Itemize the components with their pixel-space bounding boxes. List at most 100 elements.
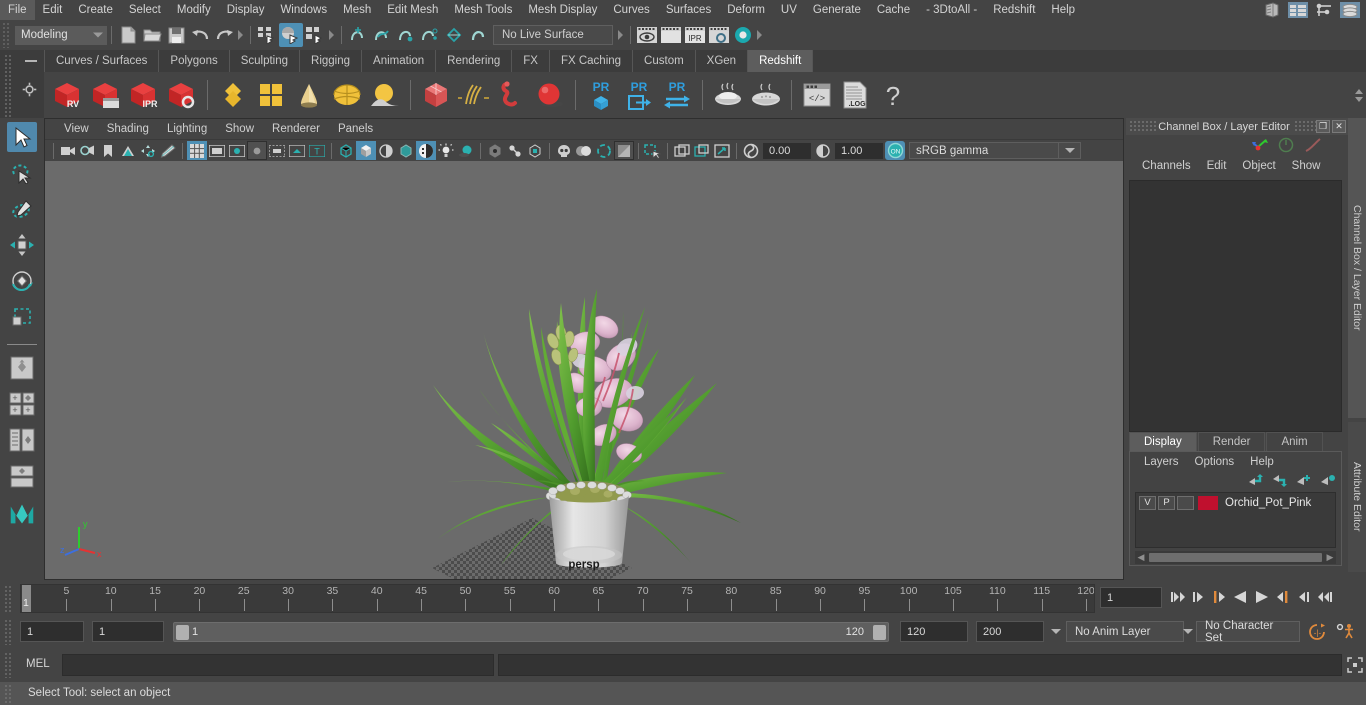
viewport-menu-panels[interactable]: Panels [329, 119, 382, 139]
layer-name[interactable]: Orchid_Pot_Pink [1225, 497, 1311, 509]
shelf-tab-custom[interactable]: Custom [633, 50, 696, 72]
viewport-menu-shading[interactable]: Shading [98, 119, 158, 139]
redshift-render-sequence-icon[interactable] [88, 75, 124, 115]
menu-curves[interactable]: Curves [605, 0, 657, 20]
play-forwards-icon[interactable] [1252, 586, 1271, 608]
move-tool-icon[interactable] [7, 230, 37, 260]
channel-menu-edit[interactable]: Edit [1199, 155, 1235, 177]
layer-menu-options[interactable]: Options [1187, 452, 1243, 472]
redshift-pr-object-icon[interactable]: PR [583, 75, 619, 115]
go-to-end-icon[interactable] [1315, 586, 1334, 608]
panel-grip-right[interactable] [1294, 120, 1316, 133]
shelf-grip[interactable] [4, 54, 12, 118]
shelf-tab-redshift[interactable]: Redshift [748, 50, 814, 72]
viewport-snapshot-icon[interactable] [643, 141, 663, 160]
playback-options-chevron-down-icon[interactable] [1048, 621, 1064, 641]
use-all-lights-icon[interactable] [436, 141, 456, 160]
move-layer-down-icon[interactable] [1272, 474, 1287, 487]
render-current-frame-icon[interactable] [659, 23, 683, 47]
layer-list[interactable]: V P Orchid_Pot_Pink [1135, 492, 1336, 548]
shaded-wireframe-icon[interactable] [376, 141, 396, 160]
shelf-tab-rendering[interactable]: Rendering [436, 50, 513, 72]
step-back-keyframe-icon[interactable] [1189, 586, 1208, 608]
resolution-gate-icon[interactable] [227, 141, 247, 160]
shadows-icon[interactable] [456, 141, 476, 160]
xray-joints-icon[interactable] [505, 141, 525, 160]
time-slider-track[interactable]: 1 5 10 15 20 25 30 35 40 45 50 55 60 65 70 75 80 85 90 95 1… [20, 584, 1095, 613]
show-manipulator-icon[interactable] [1252, 137, 1268, 153]
redshift-ipr-icon[interactable]: IPR [126, 75, 162, 115]
channel-box-settings-icon[interactable] [1278, 137, 1294, 153]
create-new-layer-icon[interactable] [1296, 474, 1311, 487]
view-transform-chevron-down-icon[interactable] [1059, 142, 1081, 159]
shelf-tab-fx-caching[interactable]: FX Caching [549, 50, 634, 72]
animation-start-time-field[interactable]: 1 [20, 621, 84, 642]
dock-tab-channel-box[interactable]: Channel Box / Layer Editor [1348, 118, 1366, 418]
status-section-collapse-icon[interactable] [236, 24, 246, 46]
expand-panel-icon[interactable] [712, 141, 732, 160]
range-end-time-field[interactable]: 120 [900, 621, 968, 642]
smooth-shade-all-icon[interactable] [356, 141, 376, 160]
character-set-selector[interactable]: No Character Set [1196, 620, 1300, 644]
menu-select[interactable]: Select [121, 0, 169, 20]
open-scene-icon[interactable] [140, 23, 164, 47]
panel-restore-button[interactable]: ❐ [1316, 120, 1330, 133]
layer-row[interactable]: V P Orchid_Pot_Pink [1136, 493, 1335, 510]
range-end-handle[interactable] [873, 625, 886, 640]
go-to-start-icon[interactable] [1168, 586, 1187, 608]
two-d-pan-zoom-icon[interactable] [138, 141, 158, 160]
expand-script-editor-icon[interactable] [1346, 656, 1364, 674]
redshift-bake-all-icon[interactable] [748, 75, 784, 115]
shelf-tab-polygons[interactable]: Polygons [159, 50, 230, 72]
shelf-collapse-button[interactable] [18, 50, 45, 72]
redshift-script-icon[interactable]: </> [799, 75, 835, 115]
single-perspective-layout-icon[interactable] [7, 353, 37, 383]
menu-file[interactable]: File [0, 0, 35, 20]
menu-edit-mesh[interactable]: Edit Mesh [379, 0, 446, 20]
layer-menu-layers[interactable]: Layers [1136, 452, 1187, 472]
rotate-tool-icon[interactable] [7, 266, 37, 296]
new-scene-icon[interactable] [116, 23, 140, 47]
menu-mesh[interactable]: Mesh [335, 0, 379, 20]
shelf-tab-animation[interactable]: Animation [362, 50, 437, 72]
scroll-thumb[interactable] [1149, 553, 1322, 562]
range-start-time-field[interactable]: 1 [92, 621, 164, 642]
redshift-sphere-icon[interactable] [532, 75, 568, 115]
current-frame-field[interactable]: 1 [1100, 587, 1162, 608]
command-input-field[interactable] [62, 654, 494, 676]
isolate-select-icon[interactable] [574, 141, 594, 160]
menu-display[interactable]: Display [219, 0, 273, 20]
shelf-tab-fx[interactable]: FX [512, 50, 550, 72]
film-gate-icon[interactable] [207, 141, 227, 160]
grid-toggle-icon[interactable] [187, 141, 207, 160]
create-layer-from-selected-icon[interactable] [1320, 474, 1335, 487]
viewport-menu-show[interactable]: Show [216, 119, 263, 139]
grease-pencil-icon[interactable] [158, 141, 178, 160]
menu-modify[interactable]: Modify [169, 0, 219, 20]
viewport-menu-view[interactable]: View [55, 119, 98, 139]
menu-edit[interactable]: Edit [35, 0, 71, 20]
snap-to-point-icon[interactable] [394, 23, 418, 47]
attribute-editor-toggle-icon[interactable] [1312, 0, 1336, 22]
xray-active-components-icon[interactable] [525, 141, 545, 160]
exposure-value[interactable]: 0.00 [763, 142, 811, 159]
command-language-label[interactable]: MEL [26, 658, 50, 670]
menu-windows[interactable]: Windows [272, 0, 335, 20]
status-section-collapse-icon[interactable] [755, 24, 765, 46]
help-line-grip[interactable] [4, 684, 12, 703]
workspace-icon[interactable] [1260, 0, 1284, 22]
redshift-physical-sun-icon[interactable] [367, 75, 403, 115]
redshift-pr-export-icon[interactable]: PR [621, 75, 657, 115]
hypershade-persp-layout-icon[interactable] [7, 461, 37, 491]
display-layer-editor-icon[interactable] [672, 141, 692, 160]
hide-selected-icon[interactable] [594, 141, 614, 160]
channel-menu-object[interactable]: Object [1234, 155, 1283, 177]
anim-layer-chevron-down-icon[interactable] [1180, 621, 1196, 641]
maya-logo-icon[interactable] [7, 497, 37, 529]
shelf-options-gear-icon[interactable] [18, 78, 40, 100]
redshift-help-icon[interactable]: ? [875, 75, 911, 115]
use-default-material-icon[interactable] [416, 141, 436, 160]
tab-anim[interactable]: Anim [1266, 432, 1323, 451]
redshift-volume-icon[interactable] [494, 75, 530, 115]
shelf-tab-curves-surfaces[interactable]: Curves / Surfaces [45, 50, 160, 72]
